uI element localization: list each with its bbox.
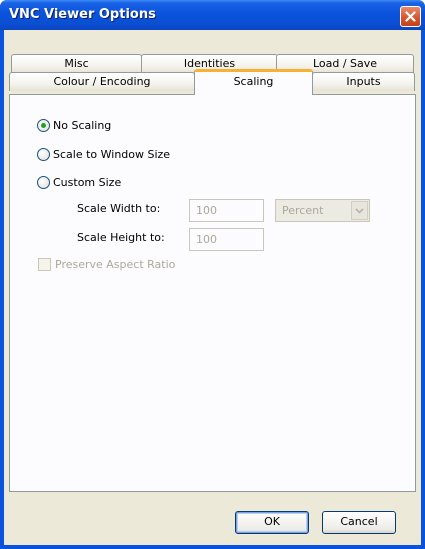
dropdown-button[interactable] [351,201,368,220]
scale-to-window-radio[interactable] [37,148,50,161]
preserve-aspect-checkbox[interactable] [38,258,51,271]
scale-to-window-option[interactable]: Scale to Window Size [37,148,170,161]
scale-unit-select[interactable]: Percent [275,199,370,222]
scale-height-input[interactable]: 100 [189,228,264,251]
tab-strip: Misc Identities Load / Save Colour / Enc… [4,30,421,100]
window-title: VNC Viewer Options [9,7,156,22]
chevron-down-icon [355,207,364,214]
custom-size-label: Custom Size [53,176,122,189]
dialog-body: Misc Identities Load / Save Colour / Enc… [4,30,421,545]
close-button[interactable] [400,6,421,27]
scale-width-input[interactable]: 100 [189,199,264,222]
preserve-aspect-label: Preserve Aspect Ratio [55,258,176,271]
custom-size-option[interactable]: Custom Size [37,176,121,189]
close-icon [405,11,416,22]
no-scaling-option[interactable]: No Scaling [37,119,111,132]
scaling-panel: No Scaling Scale to Window Size Custom S… [9,94,416,492]
cancel-button[interactable]: Cancel [322,511,396,534]
scale-to-window-label: Scale to Window Size [53,148,171,161]
no-scaling-label: No Scaling [53,119,112,132]
tab-scaling[interactable]: Scaling [194,69,313,95]
tab-colour-encoding[interactable]: Colour / Encoding [9,72,195,91]
tab-misc[interactable]: Misc [11,54,142,73]
scale-width-label: Scale Width to: [77,202,161,215]
preserve-aspect-option[interactable]: Preserve Aspect Ratio [38,258,175,271]
title-bar[interactable]: VNC Viewer Options [0,0,425,30]
scale-unit-value: Percent [282,204,324,217]
custom-size-radio[interactable] [37,176,50,189]
scale-height-label: Scale Height to: [77,231,165,244]
ok-button[interactable]: OK [235,511,309,534]
no-scaling-radio[interactable] [37,119,50,132]
tab-inputs[interactable]: Inputs [312,72,415,91]
dialog-window: VNC Viewer Options Misc Identities Load … [0,0,425,549]
